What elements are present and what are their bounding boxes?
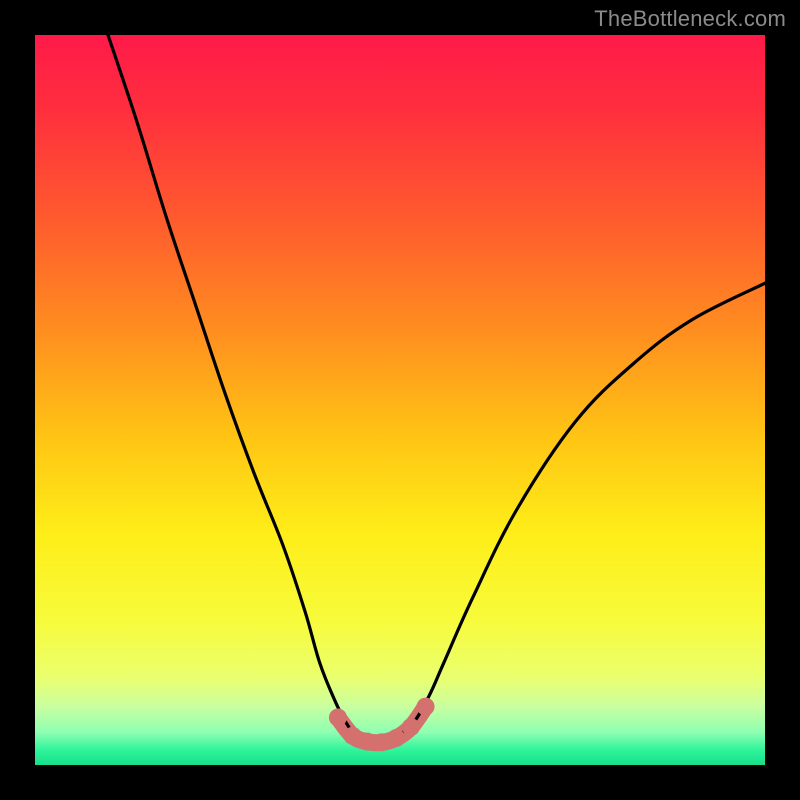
marker-dot — [387, 729, 405, 747]
marker-dot — [417, 698, 435, 716]
marker-dot — [402, 718, 420, 736]
chart-svg — [35, 35, 765, 765]
watermark-text: TheBottleneck.com — [594, 6, 786, 32]
chart-frame: TheBottleneck.com — [0, 0, 800, 800]
marker-dot — [329, 709, 347, 727]
plot-area — [35, 35, 765, 765]
